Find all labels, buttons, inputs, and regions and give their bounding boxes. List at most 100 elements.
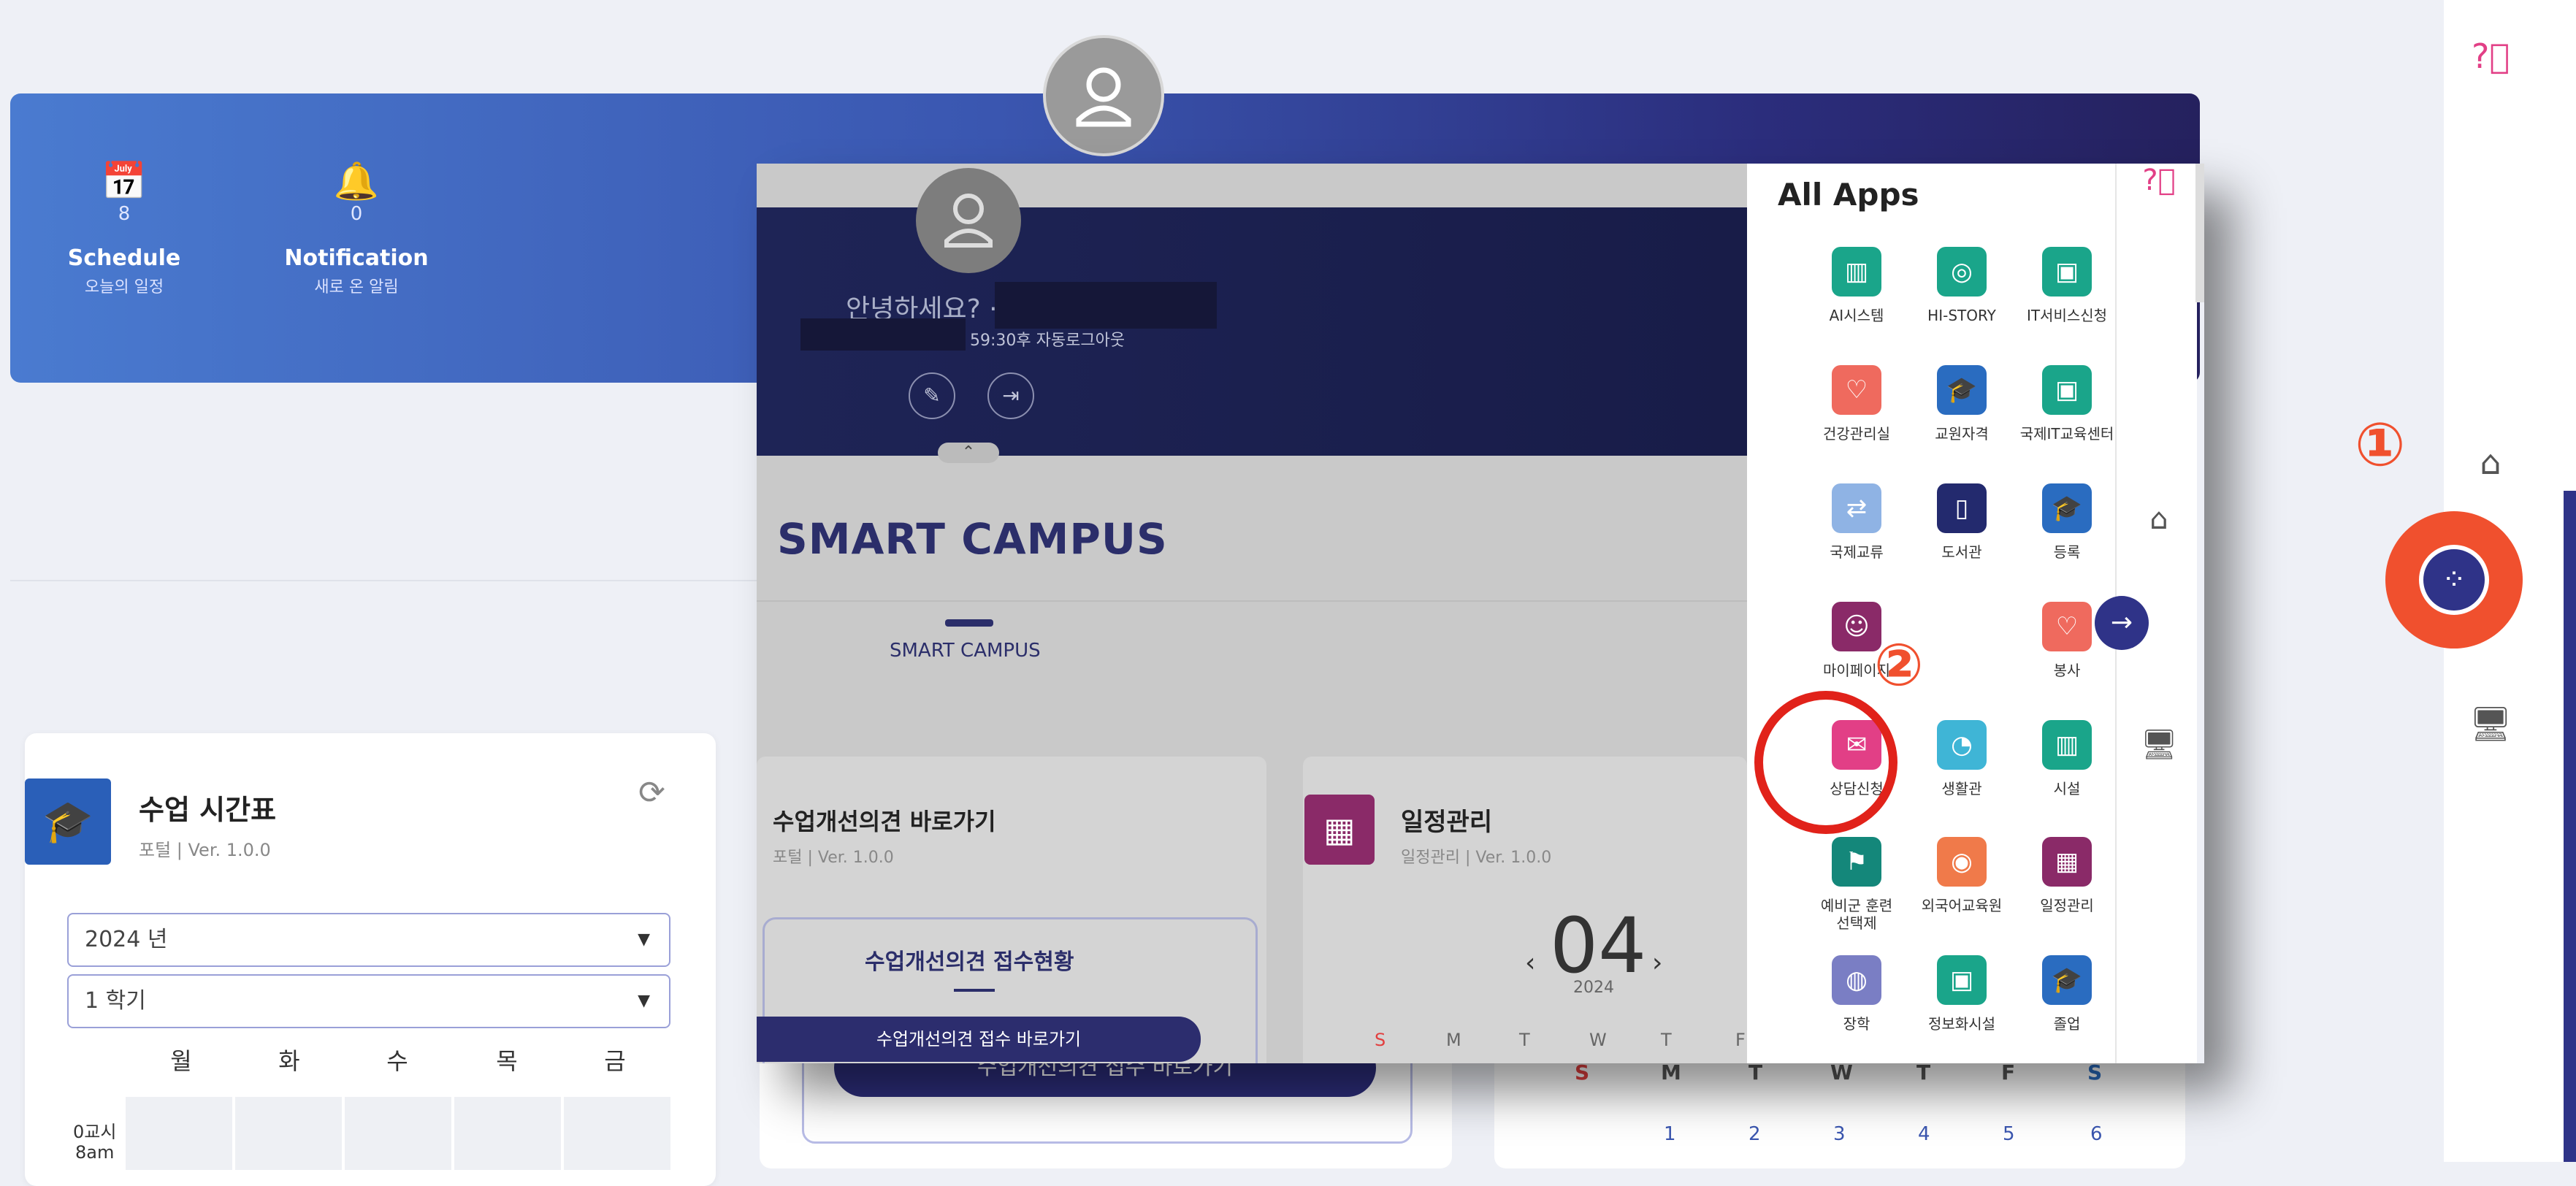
books-icon: ▥ — [1832, 247, 1881, 296]
app-item[interactable]: ◉ 외국어교육원 — [1911, 837, 2013, 914]
chevron-down-icon: ▼ — [638, 930, 650, 949]
timetable-cell[interactable] — [126, 1097, 232, 1170]
avatar[interactable] — [916, 168, 1021, 273]
app-item[interactable]: ▣ IT서비스신청 — [2016, 247, 2118, 324]
calendar-day[interactable]: 5 — [2003, 1123, 2015, 1145]
term-select[interactable]: 1 학기 ▼ — [67, 974, 670, 1028]
notification-count: 0 — [350, 203, 363, 225]
app-item[interactable]: 🎓 교원자격 — [1911, 365, 2013, 443]
term-select-value: 1 학기 — [85, 988, 146, 1014]
graduation-cap-icon: 🎓 — [2042, 955, 2092, 1005]
app-item[interactable]: 🎓 졸업 — [2016, 955, 2118, 1033]
app-label: HI-STORY — [1927, 307, 1996, 324]
divider — [757, 600, 1747, 602]
calendar-day[interactable]: 1 — [1664, 1123, 1676, 1145]
app-item[interactable]: ▥ 시설 — [2016, 720, 2118, 797]
help-icon[interactable]: ?⃝ — [2137, 164, 2181, 197]
app-label: 건강관리실 — [1823, 425, 1890, 443]
app-label: 봉사 — [2053, 662, 2081, 679]
schedule-widget[interactable]: 📅 8 Schedule 오늘의 일정 — [37, 159, 212, 297]
monitor-icon: ▣ — [2042, 365, 2092, 415]
app-item[interactable]: ◎ HI-STORY — [1911, 247, 2013, 324]
scrollbar[interactable] — [2195, 164, 2204, 302]
logout-icon: ⇥ — [1002, 383, 1020, 408]
app-item[interactable]: ▥ AI시스템 — [1805, 247, 1908, 324]
app-label: 정보화시설 — [1928, 1015, 1995, 1033]
book-icon: ▯ — [1937, 483, 1987, 533]
home-icon[interactable]: ⌂ — [2137, 502, 2181, 536]
step-2-highlight — [1754, 691, 1897, 834]
notification-widget[interactable]: 🔔 0 Notification 새로 온 알림 — [269, 159, 444, 297]
page-title: SMART CAMPUS — [777, 514, 1168, 564]
monitor-icon: ▣ — [2042, 247, 2092, 296]
timetable-title: 수업 시간표 — [139, 794, 277, 826]
monitor-icon[interactable]: 🖥 — [2469, 704, 2512, 744]
pencil-icon: ✎ — [923, 383, 941, 408]
app-item[interactable]: ▦ 일정관리 — [2016, 837, 2118, 914]
calendar-day[interactable]: 3 — [1833, 1123, 1846, 1145]
app-item[interactable]: ▣ 국제IT교육센터 — [2016, 365, 2118, 443]
user-icon — [1076, 67, 1131, 127]
refresh-icon[interactable]: ⟳ — [638, 774, 665, 811]
target-icon: ◉ — [1937, 837, 1987, 887]
home-icon[interactable]: ⌂ — [2469, 443, 2512, 482]
calendar-icon: ▦ — [1304, 795, 1375, 865]
timetable-cell[interactable] — [564, 1097, 670, 1170]
calendar-weekday: W — [1589, 1030, 1607, 1050]
calendar-weekday: T — [1748, 1060, 1763, 1084]
app-label: 예비군 훈련 선택제 — [1820, 897, 1893, 932]
graduation-cap-icon: 🎓 — [25, 778, 111, 865]
calendar-weekday: M — [1446, 1030, 1461, 1050]
timetable-cell[interactable] — [454, 1097, 561, 1170]
timetable-cell[interactable] — [345, 1097, 451, 1170]
calendar-icon: ▦ — [2042, 837, 2092, 887]
calendar-day[interactable]: 6 — [2090, 1123, 2103, 1145]
redacted-username — [995, 282, 1217, 329]
app-item[interactable]: ▯ 도서관 — [1911, 483, 2013, 561]
app-item[interactable]: ♡ 건강관리실 — [1805, 365, 1908, 443]
help-icon[interactable]: ?⃝ — [2469, 37, 2512, 76]
chevron-right-icon[interactable]: › — [1652, 948, 1662, 978]
all-apps-title: All Apps — [1778, 177, 1919, 213]
all-apps-button[interactable]: ⁘ — [2419, 545, 2489, 615]
auto-logout-timer: 59:30후 자동로그아웃 — [970, 332, 1125, 350]
timetable-cell[interactable] — [235, 1097, 342, 1170]
grid-dots-icon: ⁘ — [2442, 563, 2466, 597]
chevron-left-icon[interactable]: ‹ — [1525, 948, 1535, 978]
expand-panel-button[interactable]: → — [2095, 596, 2149, 650]
collapse-button[interactable]: ⌃ — [938, 443, 999, 463]
year-select[interactable]: 2024 년 ▼ — [67, 913, 670, 967]
app-label: AI시스템 — [1829, 307, 1884, 324]
arrow-right-icon: → — [2110, 608, 2133, 638]
avatar[interactable] — [1043, 35, 1164, 156]
notification-title: Notification — [284, 245, 429, 271]
calendar-day[interactable]: 2 — [1748, 1123, 1761, 1145]
app-label: 일정관리 — [2040, 897, 2094, 914]
edit-profile-button[interactable]: ✎ — [909, 372, 955, 419]
feedback-link-button[interactable]: 수업개선의견 접수 바로가기 — [757, 1017, 1201, 1062]
calendar-weekday: F — [1735, 1030, 1746, 1050]
day-header: 수 — [386, 1047, 408, 1075]
period-time: 8am — [75, 1142, 115, 1163]
day-header: 목 — [496, 1047, 518, 1075]
notification-subtitle: 새로 온 알림 — [314, 278, 399, 296]
calendar-weekday: W — [1830, 1060, 1853, 1084]
chevron-down-icon: ▼ — [638, 992, 650, 1010]
calendar-weekday: S — [2087, 1060, 2103, 1084]
monitor-icon[interactable]: 🖥 — [2137, 727, 2181, 762]
app-item[interactable]: ◍ 장학 — [1805, 955, 1908, 1033]
app-item[interactable]: ▣ 정보화시설 — [1911, 955, 2013, 1033]
books-icon: ▥ — [2042, 720, 2092, 770]
app-item[interactable]: ◔ 생활관 — [1911, 720, 2013, 797]
clock-icon: ◔ — [1937, 720, 1987, 770]
coin-icon: ◍ — [1832, 955, 1881, 1005]
app-item[interactable]: ⚑ 예비군 훈련 선택제 — [1805, 837, 1908, 932]
tab-smart-campus[interactable]: SMART CAMPUS — [890, 640, 1041, 662]
day-header: 화 — [278, 1047, 300, 1075]
calendar-weekday: M — [1661, 1060, 1681, 1084]
calendar-weekday: S — [1575, 1060, 1590, 1084]
logout-button[interactable]: ⇥ — [987, 372, 1034, 419]
app-item[interactable]: ⇄ 국제교류 — [1805, 483, 1908, 561]
app-item[interactable]: 🎓 등록 — [2016, 483, 2118, 561]
calendar-day[interactable]: 4 — [1918, 1123, 1930, 1145]
